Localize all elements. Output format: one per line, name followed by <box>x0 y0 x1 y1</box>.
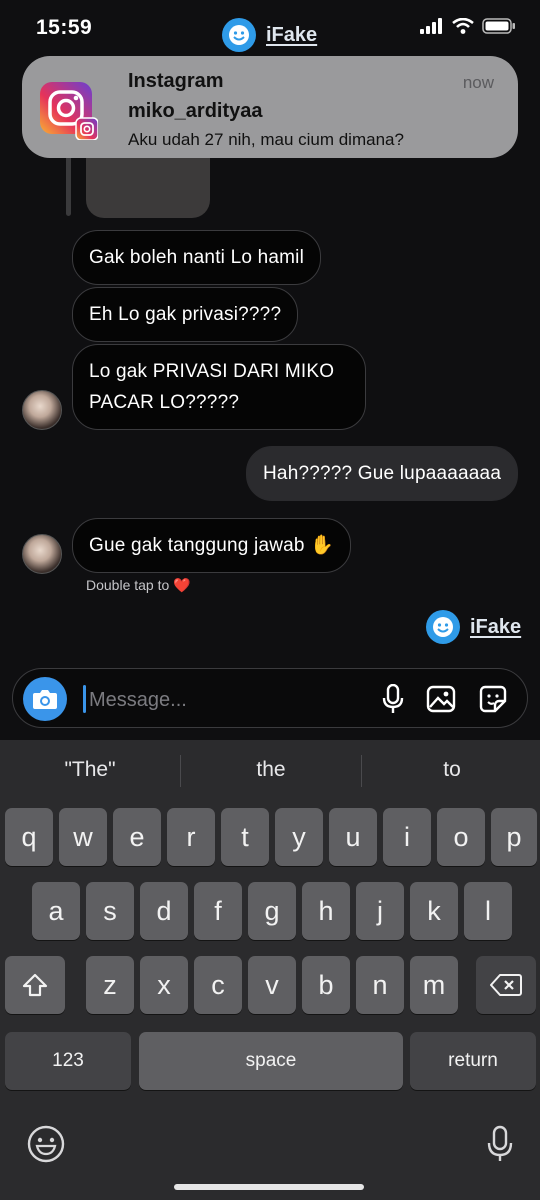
system-icons <box>420 18 516 34</box>
suggestion-item[interactable]: the <box>181 758 361 782</box>
key-j[interactable]: j <box>356 882 404 940</box>
suggestion-item[interactable]: "The" <box>0 758 180 782</box>
emoji-icon <box>27 1125 65 1163</box>
message-bubble-incoming[interactable]: Eh Lo gak privasi???? <box>72 287 299 342</box>
key-n[interactable]: n <box>356 956 404 1014</box>
key-y[interactable]: y <box>275 808 323 866</box>
reply-indicator-bar <box>66 150 71 216</box>
sender-avatar[interactable] <box>22 534 62 574</box>
key-k[interactable]: k <box>410 882 458 940</box>
signal-icon <box>420 18 442 34</box>
notification-time: now <box>462 73 494 92</box>
ifake-logo-icon <box>426 610 460 644</box>
key-c[interactable]: c <box>194 956 242 1014</box>
suggestion-bar: "The" the to <box>0 740 540 802</box>
notification-banner[interactable]: Instagram now miko_ardityaa Aku udah 27 … <box>22 56 518 158</box>
message-input[interactable] <box>87 679 351 721</box>
key-w[interactable]: w <box>59 808 107 866</box>
message-bubble-incoming[interactable]: Gak boleh nanti Lo hamil <box>72 230 321 285</box>
backspace-icon <box>490 974 522 996</box>
microphone-icon <box>382 684 404 713</box>
emoji-button[interactable] <box>26 1124 66 1164</box>
key-i[interactable]: i <box>383 808 431 866</box>
key-h[interactable]: h <box>302 882 350 940</box>
double-tap-hint: Double tap to ❤️ <box>86 577 191 593</box>
space-key[interactable]: space <box>139 1032 403 1090</box>
sticker-button[interactable] <box>477 683 509 715</box>
message-bubble-incoming[interactable]: Gue gak tanggung jawab ✋ <box>72 518 352 573</box>
sticker-icon <box>479 685 507 713</box>
gallery-button[interactable] <box>425 683 457 715</box>
text-cursor <box>83 685 86 713</box>
status-bar: 15:59 iFake <box>0 0 540 60</box>
image-icon <box>426 685 456 713</box>
message-bubble-outgoing[interactable]: Hah????? Gue lupaaaaaaa <box>246 446 519 501</box>
notification-app-name: Instagram <box>128 70 224 92</box>
brand-watermark-bottom: iFake <box>426 610 521 644</box>
brand-watermark-top: iFake <box>222 18 317 52</box>
brand-label: iFake <box>470 615 522 638</box>
sender-avatar[interactable] <box>22 390 62 430</box>
message-composer <box>12 668 528 728</box>
camera-icon <box>33 690 57 709</box>
key-r[interactable]: r <box>167 808 215 866</box>
suggestion-item[interactable]: to <box>362 758 540 782</box>
key-q[interactable]: q <box>5 808 53 866</box>
key-t[interactable]: t <box>221 808 269 866</box>
key-p[interactable]: p <box>491 808 537 866</box>
key-b[interactable]: b <box>302 956 350 1014</box>
status-time: 15:59 <box>36 16 93 39</box>
shift-key[interactable] <box>5 956 65 1014</box>
key-s[interactable]: s <box>86 882 134 940</box>
brand-label: iFake <box>266 23 318 46</box>
battery-icon <box>482 18 515 34</box>
key-a[interactable]: a <box>32 882 80 940</box>
camera-button[interactable] <box>23 677 67 721</box>
key-m[interactable]: m <box>410 956 458 1014</box>
key-x[interactable]: x <box>140 956 188 1014</box>
dictation-button[interactable] <box>480 1124 520 1164</box>
key-f[interactable]: f <box>194 882 242 940</box>
notification-message: Aku udah 27 nih, mau cium dimana? <box>128 130 404 149</box>
key-l[interactable]: l <box>464 882 512 940</box>
key-u[interactable]: u <box>329 808 377 866</box>
key-e[interactable]: e <box>113 808 161 866</box>
instagram-app-icon <box>40 82 99 141</box>
shift-icon <box>22 973 48 997</box>
backspace-key[interactable] <box>476 956 536 1014</box>
microphone-button[interactable] <box>377 683 409 715</box>
home-indicator[interactable] <box>174 1184 364 1190</box>
key-v[interactable]: v <box>248 956 296 1014</box>
microphone-icon <box>487 1125 513 1161</box>
key-g[interactable]: g <box>248 882 296 940</box>
ifake-logo-icon <box>222 18 256 52</box>
shared-photo[interactable] <box>86 150 210 218</box>
wifi-icon <box>452 18 474 34</box>
numbers-key[interactable]: 123 <box>5 1032 131 1090</box>
message-bubble-incoming[interactable]: Lo gak PRIVASI DARI MIKO PACAR LO????? <box>72 344 366 430</box>
notification-username: miko_ardityaa <box>128 100 263 122</box>
key-o[interactable]: o <box>437 808 485 866</box>
key-z[interactable]: z <box>86 956 134 1014</box>
key-d[interactable]: d <box>140 882 188 940</box>
return-key[interactable]: return <box>410 1032 536 1090</box>
